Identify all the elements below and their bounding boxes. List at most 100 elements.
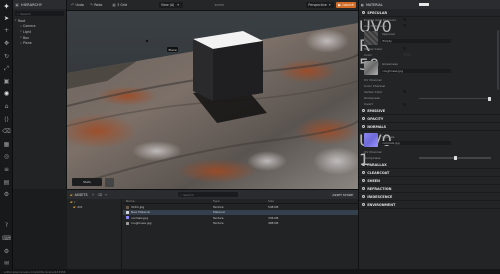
glossiness-map-slot[interactable] bbox=[364, 61, 378, 75]
script-icon[interactable]: ≡ bbox=[0, 163, 13, 176]
camera-mode-select[interactable]: Perspective ▾ bbox=[306, 2, 335, 8]
gear-icon[interactable]: ⚙ bbox=[0, 245, 13, 258]
asset-type: Material bbox=[213, 210, 225, 215]
delete-asset-icon[interactable]: ⌫ bbox=[97, 193, 102, 197]
grid-button[interactable]: ▦ 3 Grid bbox=[110, 2, 129, 8]
gloss-file: roughness.jpg bbox=[382, 69, 403, 73]
section-iridescence[interactable]: IRIDESCENCE bbox=[359, 193, 500, 202]
section-icon bbox=[362, 203, 366, 207]
material-icon: ◐ bbox=[361, 2, 364, 7]
select-icon[interactable]: ➤ bbox=[0, 12, 13, 25]
trash-icon[interactable]: ⌫ bbox=[0, 125, 13, 138]
controls-icon[interactable]: ⌨ bbox=[0, 232, 13, 245]
folder-label: dirt bbox=[77, 205, 83, 210]
stats-button[interactable]: Stats bbox=[72, 178, 102, 186]
specular-map-field[interactable]: Empty bbox=[381, 39, 451, 43]
normal-map-slot[interactable] bbox=[364, 133, 378, 148]
asset-name: normals.jpg bbox=[131, 215, 149, 220]
section-sheen[interactable]: SHEEN bbox=[359, 177, 500, 186]
column-name[interactable]: Name bbox=[123, 199, 213, 203]
inspector-title: MATERIAL bbox=[365, 2, 383, 7]
normals-props: Normals normals.jpg UV Channel UV0 Bumpi… bbox=[359, 131, 500, 169]
physics-icon[interactable]: ◎ bbox=[0, 151, 13, 164]
asset-store-button[interactable]: ASSET STORE bbox=[330, 192, 355, 197]
redo-button[interactable]: ↷ Redo bbox=[88, 2, 105, 8]
section-specular[interactable]: SPECULAR bbox=[359, 9, 500, 17]
prop-label: Color bbox=[364, 53, 372, 58]
slider-handle[interactable] bbox=[453, 156, 457, 160]
section-icon bbox=[362, 109, 366, 113]
section-icon bbox=[362, 195, 366, 199]
grid-label: 3 Grid bbox=[117, 3, 128, 7]
settings-icon[interactable]: ⚙ bbox=[0, 188, 13, 201]
material-name-field[interactable] bbox=[418, 3, 429, 6]
stats-label: Stats bbox=[83, 180, 91, 184]
view-select[interactable]: View (A) ▾ bbox=[159, 2, 183, 8]
prop-label: Invert bbox=[364, 102, 373, 107]
back-icon[interactable]: ← bbox=[105, 193, 108, 197]
section-normals[interactable]: NORMALS bbox=[359, 123, 500, 132]
table-row[interactable]: roughness.jpg Texture 488 KB bbox=[123, 221, 358, 226]
hierarchy-search-input[interactable]: ⌕ Search bbox=[15, 11, 64, 16]
prop-label: UV Channel bbox=[364, 149, 382, 154]
slider-handle[interactable] bbox=[488, 96, 492, 101]
undo-button[interactable]: ↶ Undo bbox=[69, 2, 86, 8]
scene-name: scene bbox=[213, 2, 226, 8]
section-refraction[interactable]: REFRACTION bbox=[359, 185, 500, 194]
globe-icon[interactable]: ◉ bbox=[0, 88, 13, 101]
add-asset-icon[interactable]: + bbox=[92, 193, 95, 197]
inspector-scrollbar[interactable] bbox=[497, 30, 499, 90]
color-swatch[interactable] bbox=[403, 53, 411, 57]
tree-item-plane[interactable]: ▫ Plane bbox=[13, 40, 66, 46]
vertex-color-2-checkbox[interactable] bbox=[403, 90, 407, 94]
prop-label: Color Channel bbox=[364, 84, 386, 89]
chart-icon[interactable]: ▤ bbox=[0, 176, 13, 189]
use-metalness-checkbox[interactable] bbox=[403, 24, 407, 28]
glossiness-map-field[interactable]: roughness.jpg bbox=[381, 69, 451, 73]
asset-table: Name Type Size dirtm.jpg Texture 548 KB … bbox=[123, 199, 358, 226]
folder-item-dirt[interactable]: ▰ dirt bbox=[67, 205, 121, 211]
asset-type: Texture bbox=[213, 215, 224, 220]
logo-icon[interactable]: ✦ bbox=[0, 0, 13, 12]
help-icon[interactable]: ? bbox=[0, 220, 13, 233]
section-icon bbox=[362, 125, 366, 129]
tree-item-label: Light bbox=[23, 29, 31, 34]
bumpiness-slider[interactable] bbox=[419, 156, 491, 160]
folder-icon: ▰ bbox=[73, 205, 76, 210]
section-emissive[interactable]: EMISSIVE bbox=[359, 107, 500, 116]
enable-ggx-checkbox[interactable] bbox=[403, 18, 407, 22]
texture-thumbnail bbox=[126, 205, 129, 209]
hierarchy-header: ≡ HIERARCHY bbox=[13, 0, 66, 9]
section-clearcoat[interactable]: CLEARCOAT bbox=[359, 169, 500, 178]
invert-checkbox[interactable] bbox=[403, 102, 407, 106]
tree-item-label: Box bbox=[23, 35, 29, 40]
normal-map-field[interactable]: normals.jpg bbox=[381, 141, 451, 146]
plus-icon[interactable]: + bbox=[0, 25, 13, 38]
camera-preview-icon[interactable] bbox=[105, 178, 114, 187]
scale-icon[interactable]: ⤢ bbox=[0, 62, 13, 75]
glossiness-slider[interactable] bbox=[419, 96, 492, 101]
vertex-color-checkbox[interactable] bbox=[403, 47, 407, 51]
column-type[interactable]: Type bbox=[213, 199, 268, 203]
move-icon[interactable]: ✥ bbox=[0, 37, 13, 50]
scene-viewport[interactable]: Plane Stats bbox=[67, 11, 358, 189]
undo-label: Undo bbox=[75, 3, 84, 7]
assets-search-input[interactable]: ⌕ Search bbox=[178, 192, 239, 197]
camera-icon[interactable]: ⌂ bbox=[0, 100, 13, 113]
rotate-icon[interactable]: ↻ bbox=[0, 50, 13, 63]
resize-icon[interactable]: ▣ bbox=[0, 75, 13, 88]
specular-map-slot[interactable] bbox=[364, 31, 378, 45]
prop-use-metalness: Use Metalness bbox=[359, 23, 386, 29]
prop-label: Specular bbox=[382, 32, 396, 37]
redo-icon: ↷ bbox=[89, 3, 93, 7]
chevron-down-icon: ▾ bbox=[328, 3, 331, 7]
editor-window: ✦ ➤ + ✥ ↻ ⤢ ▣ ◉ ⌂ ⟨⟩ ⌫ ▦ ◎ ≡ ▤ ⚙ ? ⌨ ⚙ ✉… bbox=[0, 0, 500, 274]
section-parallax[interactable]: PARALLAX bbox=[359, 161, 500, 170]
grid-icon[interactable]: ▦ bbox=[0, 138, 13, 151]
section-environment[interactable]: ENVIRONMENT bbox=[359, 201, 500, 210]
code-icon[interactable]: ⟨⟩ bbox=[0, 113, 13, 126]
launch-button[interactable]: ▶ Launch bbox=[336, 2, 356, 8]
column-size[interactable]: Size bbox=[268, 199, 318, 203]
toolbar-bottom: ? ⌨ ⚙ ✉ bbox=[0, 220, 13, 270]
section-opacity[interactable]: OPACITY bbox=[359, 115, 500, 124]
